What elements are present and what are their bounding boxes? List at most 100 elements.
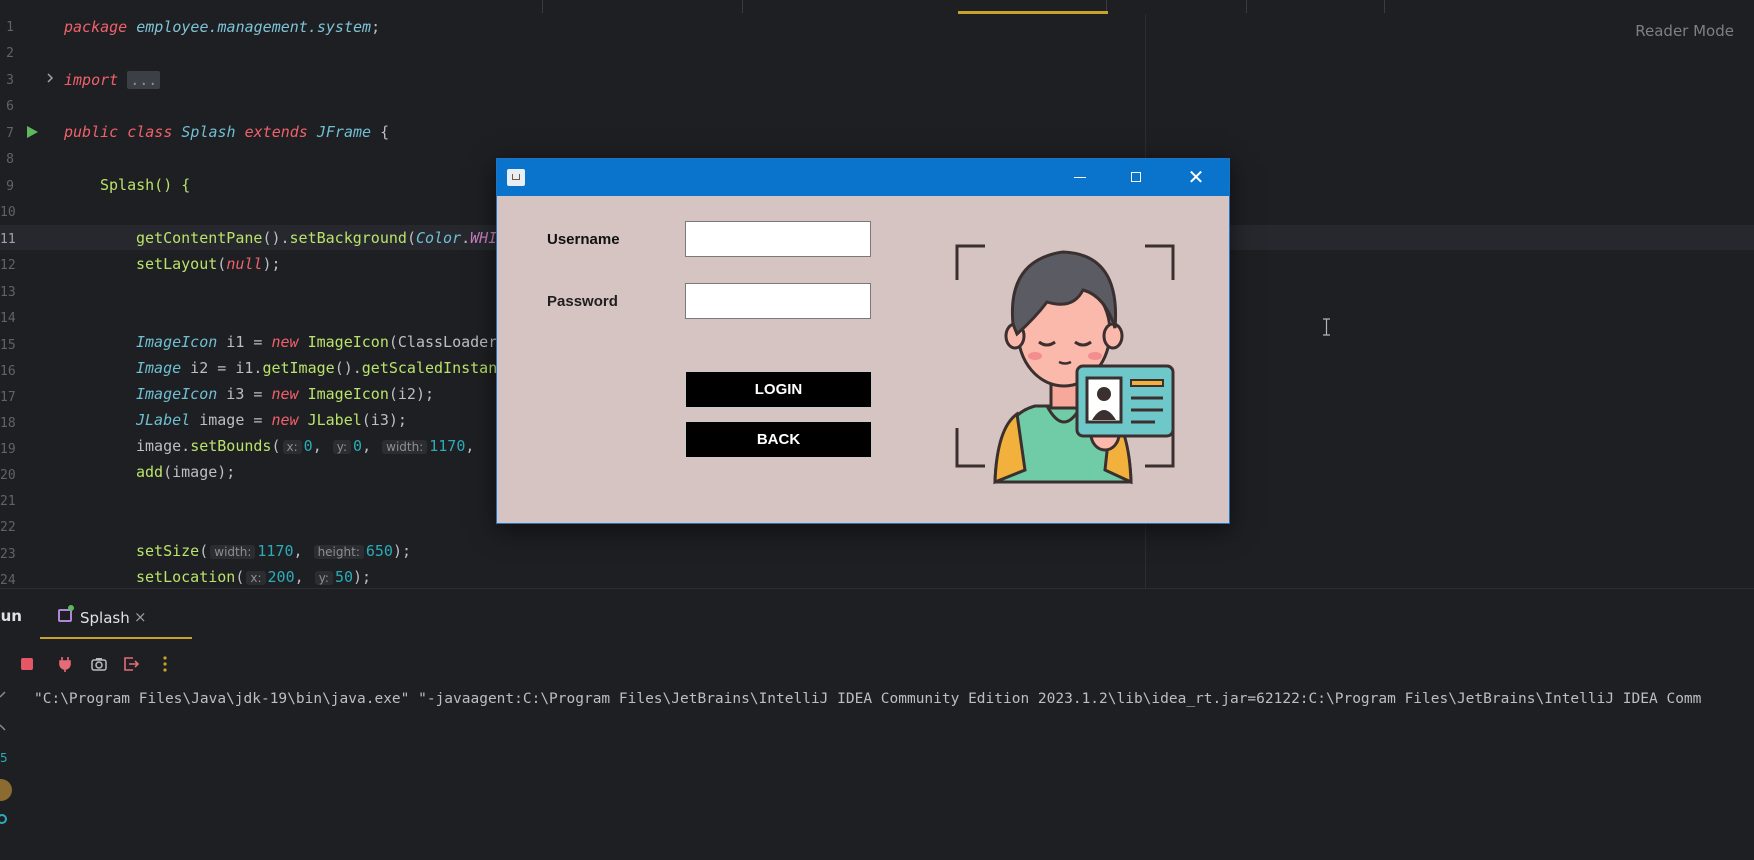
- tab-separator: [1246, 0, 1247, 13]
- method-call: ImageIcon: [307, 385, 389, 403]
- code-token: ,: [362, 437, 381, 455]
- avatar[interactable]: [0, 779, 12, 801]
- close-tab-button[interactable]: ×: [134, 608, 147, 626]
- method-call: getScaledInstan: [361, 359, 498, 377]
- plug-icon[interactable]: [56, 655, 74, 673]
- number-literal: 0: [353, 437, 363, 455]
- line-number: 1: [6, 20, 14, 35]
- code-token: ,: [294, 568, 313, 586]
- login-form: Username Password LOGIN BACK: [497, 196, 1229, 523]
- keyword: new: [271, 411, 299, 429]
- java-app-icon: [507, 169, 525, 186]
- number-literal: 50: [334, 568, 354, 586]
- package-name: employee.management.system: [136, 18, 372, 36]
- maximize-icon: [1131, 172, 1141, 182]
- close-window-button[interactable]: ✕: [1171, 159, 1221, 196]
- parameter-hint: y:: [332, 440, 352, 454]
- code-line: add(image);: [136, 461, 235, 483]
- fold-chevron-icon[interactable]: [44, 72, 56, 84]
- class-name: Image: [136, 359, 182, 377]
- console-output-line: "C:\Program Files\Java\jdk-19\bin\java.e…: [34, 691, 1702, 707]
- number-literal: 1170: [257, 542, 294, 560]
- code-token: ,: [293, 542, 312, 560]
- code-token: ,: [312, 437, 331, 455]
- method-call: setBackground: [289, 229, 407, 247]
- run-tool-window[interactable]: Run Splash × 5 "C:\Program: [0, 588, 1754, 860]
- code-token: );: [392, 542, 412, 560]
- reader-mode-toggle[interactable]: Reader Mode: [1635, 22, 1734, 40]
- run-toolbar: [0, 649, 200, 679]
- method-call: JLabel: [307, 411, 362, 429]
- keyword: import: [64, 71, 119, 89]
- code-token: {: [371, 123, 390, 141]
- window-title-bar[interactable]: ✕: [497, 159, 1229, 196]
- login-button[interactable]: LOGIN: [685, 371, 872, 408]
- code-token: (ClassLoader: [388, 333, 498, 351]
- scroll-up-icon[interactable]: [0, 689, 12, 701]
- editor-tab-strip: [0, 0, 1754, 14]
- code-token: ().: [334, 359, 362, 377]
- class-name: JFrame: [316, 123, 372, 141]
- method-call: add: [136, 463, 164, 481]
- line-number: 11: [0, 232, 16, 247]
- keyword: new: [271, 333, 299, 351]
- method-call: setLayout: [136, 255, 218, 273]
- class-name: JLabel: [136, 411, 191, 429]
- folded-imports[interactable]: ...: [127, 71, 161, 89]
- line-number: 6: [6, 99, 14, 114]
- minimize-button[interactable]: [1059, 159, 1103, 196]
- code-line: setLocation(x: 200, y: 50);: [136, 566, 371, 588]
- active-run-tab-indicator: [40, 637, 192, 639]
- gear-icon[interactable]: [0, 813, 12, 825]
- parameter-hint: y:: [314, 571, 333, 585]
- maximize-button[interactable]: [1115, 159, 1159, 196]
- exit-icon[interactable]: [122, 655, 140, 673]
- parameter-hint: x:: [246, 571, 266, 585]
- camera-icon[interactable]: [90, 655, 108, 673]
- class-name: ImageIcon: [136, 333, 218, 351]
- constructor: Splash() {: [100, 176, 191, 194]
- minimize-icon: [1074, 177, 1086, 178]
- line-number: 3: [6, 73, 14, 88]
- password-input[interactable]: [685, 283, 871, 319]
- code-token: i3 =: [217, 385, 272, 403]
- more-options-icon[interactable]: [156, 655, 174, 673]
- soft-wrap-icon[interactable]: 5: [0, 751, 12, 765]
- line-number: 12: [0, 258, 16, 273]
- line-number: 22: [0, 520, 16, 535]
- tab-separator: [742, 0, 743, 13]
- number-literal: 200: [267, 568, 295, 586]
- line-number: 14: [0, 311, 16, 326]
- code-line: getContentPane().setBackground(Color.WHI: [136, 227, 497, 249]
- method-call: setBounds: [190, 437, 272, 455]
- code-line: setSize(width: 1170, height: 650);: [136, 540, 411, 563]
- stop-icon[interactable]: [18, 655, 36, 673]
- username-label: Username: [547, 231, 620, 248]
- scroll-down-icon[interactable]: [0, 721, 12, 733]
- back-button[interactable]: BACK: [685, 421, 872, 458]
- code-token: ,: [465, 437, 475, 455]
- code-token: i1 =: [217, 333, 272, 351]
- username-input[interactable]: [685, 221, 871, 257]
- tab-splash-run[interactable]: Splash ×: [40, 595, 192, 639]
- run-gutter-icon[interactable]: [24, 124, 40, 140]
- keyword: extends: [244, 123, 308, 141]
- line-number-gutter[interactable]: 1 2 3 6 7 8 9 10 11 12 13 14 15 16 17 18…: [0, 14, 60, 588]
- login-window[interactable]: ✕ Username Password LOGIN BACK: [496, 158, 1230, 524]
- class-name: Splash: [181, 123, 236, 141]
- line-number: 18: [0, 416, 16, 431]
- class-name: Color: [415, 229, 462, 247]
- number-literal: 650: [365, 542, 393, 560]
- password-label: Password: [547, 293, 618, 310]
- line-number: 2: [6, 46, 14, 61]
- code-line: setLayout(null);: [136, 253, 281, 275]
- parameter-hint: x:: [282, 440, 302, 454]
- code-token: .: [461, 229, 471, 247]
- code-line: public class Splash extends JFrame {: [64, 121, 389, 143]
- code-token: );: [353, 568, 372, 586]
- method-call: ImageIcon: [307, 333, 389, 351]
- code-token: (i3);: [361, 411, 407, 429]
- line-number: 21: [0, 494, 16, 509]
- method-call: setLocation: [136, 568, 236, 586]
- line-number: 7: [6, 126, 14, 141]
